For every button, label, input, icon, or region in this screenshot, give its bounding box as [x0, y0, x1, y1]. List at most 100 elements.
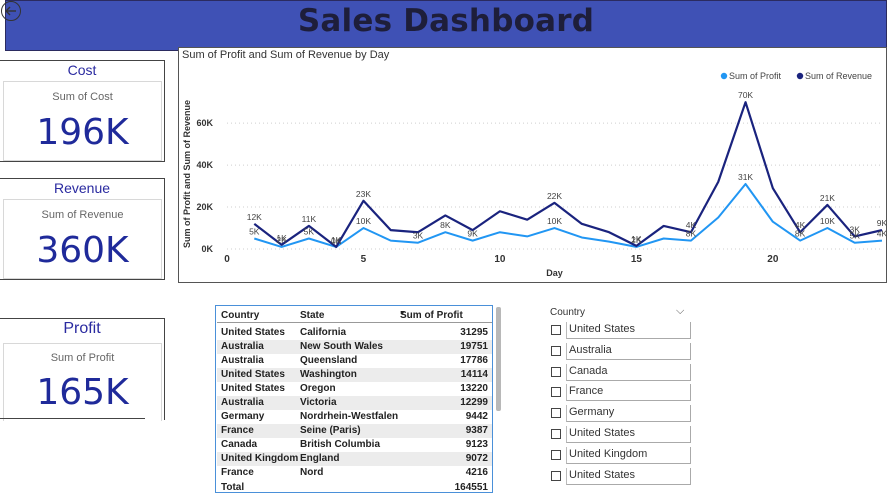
table-row[interactable]: France Seine (Paris) 9387 [217, 424, 492, 438]
y-tick-label: 40K [196, 160, 213, 170]
data-label: 31K [738, 172, 753, 182]
slicer-title: Country [550, 307, 586, 318]
cell-country: France [221, 425, 254, 436]
legend-label: Sum of Revenue [805, 71, 872, 81]
x-tick-label: 5 [361, 254, 367, 265]
data-label: 5K [850, 231, 861, 241]
cell-country: United States [221, 327, 285, 338]
circle-arrow-left-icon [5, 6, 16, 16]
chevron-down-icon[interactable]: ⌵ [676, 304, 684, 318]
x-tick-label: 0 [224, 254, 230, 265]
slicer-item-label: Australia [566, 342, 691, 360]
data-label: 2K [276, 235, 287, 245]
slicer-item[interactable]: Germany [551, 405, 693, 423]
cell-state: Seine (Paris) [300, 425, 361, 436]
country-slicer: Country ⌵ United States Australia Canada Fr… [548, 304, 698, 493]
table-row[interactable]: Australia Victoria 12299 [217, 396, 492, 410]
data-label: 23K [356, 189, 371, 199]
legend-label: Sum of Profit [729, 71, 782, 81]
profit-by-state-table[interactable]: Country State Sum of Profit ▼ United States C… [215, 305, 493, 493]
slicer-item-label: Canada [566, 363, 691, 381]
table-row[interactable]: Canada British Columbia 9123 [217, 438, 492, 452]
checkbox[interactable] [551, 345, 561, 356]
x-tick-label: 10 [494, 254, 506, 265]
cell-profit: 19751 [460, 341, 488, 352]
cell-state: California [300, 327, 347, 338]
legend-marker [796, 72, 804, 80]
cell-country: Country [221, 310, 260, 321]
data-label: 12K [247, 212, 262, 222]
checkbox[interactable] [551, 429, 561, 439]
slicer-item[interactable]: France [551, 384, 693, 402]
data-label: 8K [440, 220, 451, 230]
cell-country: Australia [221, 355, 264, 366]
cost-card-title: Cost [67, 62, 97, 78]
back-button[interactable] [1, 1, 21, 21]
slicer-item[interactable]: United Kingdom [551, 446, 693, 464]
slicer-item-label: Germany [566, 405, 691, 423]
checkbox[interactable] [551, 366, 561, 377]
table-row[interactable]: United Kingdom England 9072 [217, 452, 492, 466]
table-row[interactable]: United States Oregon 13220 [217, 382, 492, 396]
data-label: 5K [249, 227, 260, 237]
cost-card-value: 196K [36, 112, 129, 153]
profit-revenue-line-chart[interactable]: Sum of Profit and Sum of Revenue by Day … [178, 47, 887, 283]
checkbox[interactable] [551, 387, 561, 398]
profit-card-title: Profit [63, 320, 101, 337]
table-total-row[interactable]: Total 164551 [217, 481, 492, 492]
table-row[interactable]: Australia New South Wales 19751 [217, 340, 492, 354]
cost-card-subtitle: Sum of Cost [52, 91, 113, 103]
cell-profit: 9072 [465, 453, 488, 464]
slicer-item-label: United States [566, 467, 691, 485]
table-row[interactable]: France Nord 4216 [217, 466, 492, 480]
slicer-item-label: United States [566, 426, 691, 443]
data-label: 10K [547, 216, 562, 226]
cell-profit: 9387 [465, 425, 488, 436]
series-line-profit [253, 182, 883, 248]
checkbox[interactable] [551, 470, 561, 481]
cell-country: United Kingdom [221, 453, 299, 464]
table-header-row[interactable]: Country State Sum of Profit ▼ [217, 309, 492, 323]
profit-card: Profit Sum of Profit 165K [0, 318, 165, 421]
data-label: 2K [631, 235, 642, 245]
data-label: 9K [467, 229, 478, 239]
revenue-card-value: 360K [36, 230, 129, 271]
cell-state: New South Wales [300, 341, 383, 352]
table-row[interactable]: United States Washington 14114 [217, 368, 492, 382]
y-axis-label: Sum of Profit and Sum of Revenue [182, 100, 192, 248]
data-label: 8K [686, 229, 697, 239]
cell-state: Washington [300, 369, 357, 380]
table-scrollbar[interactable] [496, 307, 501, 411]
cell-profit: 9123 [465, 439, 488, 450]
cell-state: Nordrhein-Westfalen [300, 411, 399, 422]
revenue-card-body: Sum of Revenue 360K [3, 199, 162, 279]
cell-country: Canada [221, 439, 258, 450]
slicer-item[interactable]: Canada [551, 363, 693, 381]
slicer-item-label: United States [566, 322, 691, 339]
slicer-item[interactable]: United States [551, 426, 693, 443]
slicer-item-label: United Kingdom [566, 446, 691, 464]
profit-card-body: Sum of Profit 165K [3, 343, 162, 421]
slicer-item[interactable]: United States [551, 467, 693, 485]
slicer-item[interactable]: United States [551, 322, 693, 339]
cell-profit: 14114 [460, 369, 488, 380]
checkbox[interactable] [551, 449, 561, 460]
table-row[interactable]: United States California 31295 [217, 326, 492, 340]
checkbox[interactable] [551, 408, 561, 419]
sort-desc-icon[interactable]: ▼ [399, 310, 406, 317]
slicer-item-label: France [566, 384, 691, 402]
x-tick-label: 15 [631, 254, 643, 265]
data-label: 8K [795, 229, 806, 239]
cell-state: Victoria [300, 397, 337, 408]
data-label: 0K [331, 236, 342, 246]
data-label: 11K [302, 214, 317, 224]
table-row[interactable]: Australia Queensland 17786 [217, 354, 492, 368]
data-label: 3K [413, 231, 424, 241]
cell-country: United States [221, 369, 285, 380]
table-row[interactable]: Germany Nordrhein-Westfalen 9442 [217, 410, 492, 424]
page-title: Sales Dashboard [297, 3, 595, 39]
legend-marker [720, 72, 728, 80]
checkbox[interactable] [551, 325, 561, 335]
slicer-item[interactable]: Australia [551, 342, 693, 360]
header-sum-of-profit[interactable]: Sum of Profit [400, 310, 463, 321]
